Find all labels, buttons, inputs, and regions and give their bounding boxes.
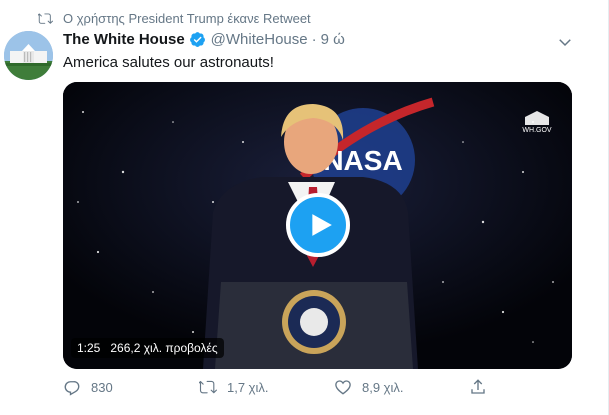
- reply-icon: [64, 381, 80, 396]
- like-count: 8,9 χιλ.: [362, 379, 404, 395]
- white-house-avatar-image: [4, 31, 53, 80]
- play-icon: [311, 214, 332, 236]
- like-button[interactable]: 8,9 χιλ.: [334, 378, 404, 396]
- svg-text:WH.GOV: WH.GOV: [522, 127, 551, 134]
- retweet-count: 1,7 χιλ.: [227, 379, 269, 395]
- tweet-timestamp[interactable]: 9 ώ: [321, 31, 345, 48]
- separator: ·: [311, 31, 317, 48]
- retweet-icon: [199, 380, 217, 394]
- share-icon: [471, 379, 485, 394]
- verified-badge-icon: [189, 32, 205, 47]
- reply-button[interactable]: 830: [63, 378, 113, 396]
- video-duration: 1:25: [77, 341, 101, 355]
- video-meta: 1:25 266,2 χιλ. προβολές: [71, 338, 224, 358]
- video-player[interactable]: NASA WH.GOV 1:25 266,2 χιλ. προβολές: [63, 82, 572, 369]
- reply-count: 830: [91, 379, 113, 395]
- author-handle[interactable]: @WhiteHouse: [211, 31, 308, 48]
- chevron-down-icon[interactable]: [556, 33, 574, 51]
- tweet-card[interactable]: Ο χρήστης President Trump έκανε Retweet …: [0, 0, 609, 415]
- tweet-header: The White House @WhiteHouse · 9 ώ: [63, 31, 345, 48]
- author-name[interactable]: The White House: [63, 31, 185, 48]
- tweet-text: America salutes our astronauts!: [63, 54, 274, 71]
- tweet-actions: 830 1,7 χιλ. 8,9 χιλ.: [63, 378, 493, 400]
- retweet-icon: [38, 13, 53, 24]
- avatar[interactable]: [4, 31, 53, 80]
- play-button[interactable]: [286, 193, 350, 257]
- share-button[interactable]: [469, 378, 497, 396]
- retweet-context[interactable]: Ο χρήστης President Trump έκανε Retweet: [38, 11, 311, 26]
- retweet-button[interactable]: 1,7 χιλ.: [199, 378, 269, 396]
- retweet-context-text: Ο χρήστης President Trump έκανε Retweet: [63, 11, 311, 26]
- like-icon: [335, 380, 351, 395]
- video-views: 266,2 χιλ. προβολές: [110, 341, 218, 355]
